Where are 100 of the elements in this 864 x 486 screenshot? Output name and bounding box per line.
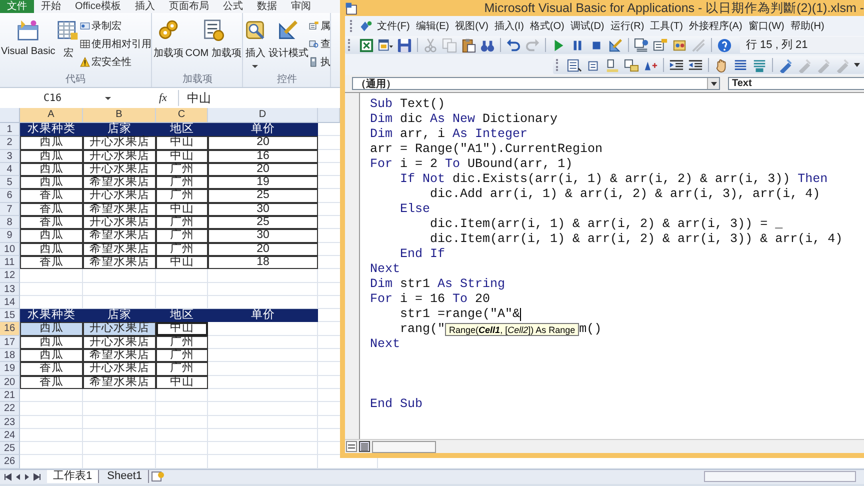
properties-icon[interactable] [653,38,668,52]
column-header[interactable]: D [208,108,318,122]
sheet-tab[interactable]: 工作表1 [47,470,100,484]
ribbon-tab[interactable]: 公式 [216,0,250,13]
row-header[interactable]: 25 [0,442,20,456]
ribbon-button[interactable]: COM 加载项 [184,17,242,74]
module-view-icon[interactable] [359,441,370,452]
undo-icon[interactable] [506,38,521,52]
column-header[interactable]: A [20,108,83,122]
ruler-pencil-icon[interactable] [608,38,623,52]
menu-item[interactable]: 插入(I) [492,18,526,32]
row-header[interactable]: 11 [0,256,20,270]
paste-icon[interactable] [461,38,476,52]
menu-item[interactable]: 工具(T) [648,18,685,32]
row-header[interactable]: 5 [0,176,20,190]
project-icon[interactable] [634,38,649,52]
row-header[interactable]: 22 [0,402,20,416]
info-icon[interactable] [605,58,620,72]
ribbon-button[interactable]: 加载项 [152,17,184,74]
menu-item[interactable]: 编辑(E) [414,18,452,32]
ribbon-button[interactable]: Visual Basic [0,17,56,74]
code-text: m() [579,322,602,337]
ribbon-button[interactable]: 执 [309,54,330,69]
ribbon-button[interactable]: 属 [309,18,330,33]
row-header[interactable]: 2 [0,136,20,150]
row-header[interactable]: 4 [0,162,20,176]
menu-item[interactable]: 窗口(W) [746,18,786,32]
row-header[interactable]: 3 [0,150,20,163]
ribbon-button[interactable]: 使用相对引用 [80,36,152,51]
row-header[interactable]: 10 [0,242,20,256]
bookmark-icon[interactable] [778,58,793,72]
outdent-icon[interactable] [688,58,703,72]
menu-item[interactable]: 帮助(H) [788,18,826,32]
parameter-icon[interactable] [624,58,639,72]
help-icon[interactable] [717,38,732,52]
ribbon-button[interactable]: 插入 [243,17,268,74]
save-icon[interactable] [397,38,412,52]
row-header[interactable]: 13 [0,282,20,296]
first-sheet-icon[interactable] [4,472,12,481]
list-icon[interactable] [567,58,582,72]
row-header[interactable]: 8 [0,216,20,230]
comment-icon[interactable] [733,58,748,72]
new-sheet-icon[interactable] [151,471,165,482]
row-header[interactable]: 7 [0,202,20,216]
procedure-view-icon[interactable] [346,441,357,452]
row-header[interactable]: 20 [0,376,20,389]
indent-icon[interactable] [669,58,684,72]
name-box[interactable]: C16 [0,92,105,104]
menu-item[interactable]: 外接程序(A) [686,18,744,32]
ribbon-tab[interactable]: 页面布局 [162,0,216,13]
next-sheet-icon[interactable] [24,472,30,481]
procedure-dropdown[interactable]: Text [728,77,864,90]
row-header[interactable]: 1 [0,123,20,136]
row-header[interactable]: 9 [0,229,20,243]
row-header[interactable]: 24 [0,428,20,442]
ribbon-button[interactable]: 设计模式 [267,17,310,74]
row-header[interactable]: 19 [0,362,20,376]
row-header[interactable]: 17 [0,336,20,350]
row-header[interactable]: 16 [0,322,20,336]
form-icon[interactable] [378,38,393,52]
formula-field[interactable]: 中山 [178,90,328,106]
row-header[interactable]: 6 [0,189,20,203]
ribbon-button[interactable]: 宏 [56,17,80,74]
previous-sheet-icon[interactable] [15,472,21,481]
row-header[interactable]: 26 [0,455,20,469]
properties-icon [309,20,320,30]
uncomment-icon[interactable] [752,58,767,72]
ribbon-tab[interactable]: 开始 [34,0,68,13]
menu-item[interactable]: 格式(O) [528,18,566,32]
insert-function-button[interactable]: fx [156,92,170,104]
horizontal-scrollbar[interactable] [704,471,856,482]
horizontal-scrollbar[interactable] [372,440,436,452]
column-header[interactable]: B [83,108,156,122]
ribbon-tab[interactable]: 文件 [0,0,34,13]
last-sheet-icon[interactable] [33,472,41,481]
ribbon-tab[interactable]: 审阅 [284,0,318,13]
ribbon-button[interactable]: 查 [309,36,330,51]
menu-item[interactable]: 视图(V) [453,18,490,32]
ribbon-button[interactable]: 录制宏 [80,18,152,33]
row-header[interactable]: 12 [0,269,20,283]
ribbon-tab[interactable]: Office模板 [68,0,128,13]
caret-icon[interactable] [105,96,111,100]
object-browser-icon[interactable] [672,38,687,52]
menu-item[interactable]: 文件(F) [375,18,412,32]
row-header[interactable]: 21 [0,388,20,402]
row-header[interactable]: 15 [0,309,20,322]
ribbon-tab[interactable]: 插入 [128,0,162,13]
row-header[interactable]: 23 [0,416,20,429]
toolbar-options-icon[interactable] [854,63,860,67]
row-header[interactable]: 18 [0,349,20,362]
spreadsheet-icon[interactable] [359,38,374,52]
table-cell: 开心水果店 [83,216,156,230]
ribbon-button[interactable]: 宏安全性 [80,54,152,69]
menu-item[interactable]: 运行(R) [608,18,646,32]
row-header[interactable]: 14 [0,296,20,310]
table-cell: 20 [208,136,318,150]
object-dropdown[interactable]: （通用） [352,77,720,90]
column-header[interactable]: C [156,108,208,122]
ribbon-tab[interactable]: 数据 [250,0,284,13]
menu-item[interactable]: 调试(D) [568,18,606,32]
